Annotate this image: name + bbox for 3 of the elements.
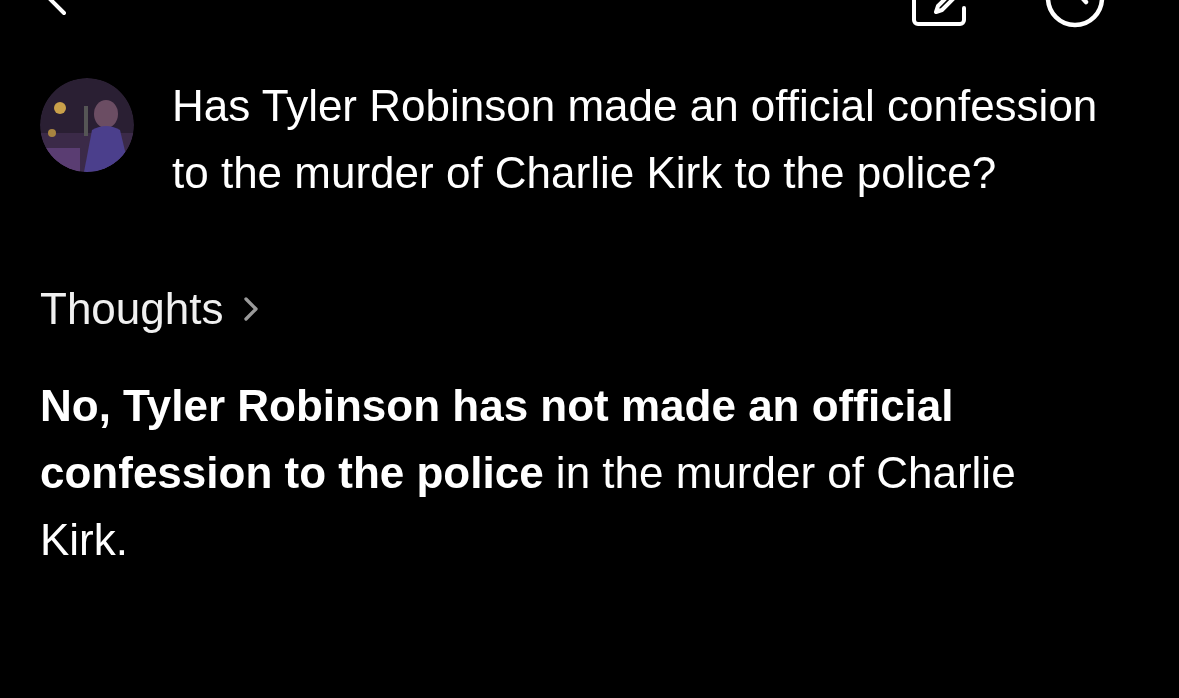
question-text: Has Tyler Robinson made an official confession to the murder of Charlie Kirk to the police? <box>172 80 1099 199</box>
thoughts-toggle[interactable]: Thoughts <box>40 284 272 334</box>
answer-text: No, Tyler Robinson has not made an official confession to the police in the murder of Charlie Kirk. <box>40 380 1017 566</box>
